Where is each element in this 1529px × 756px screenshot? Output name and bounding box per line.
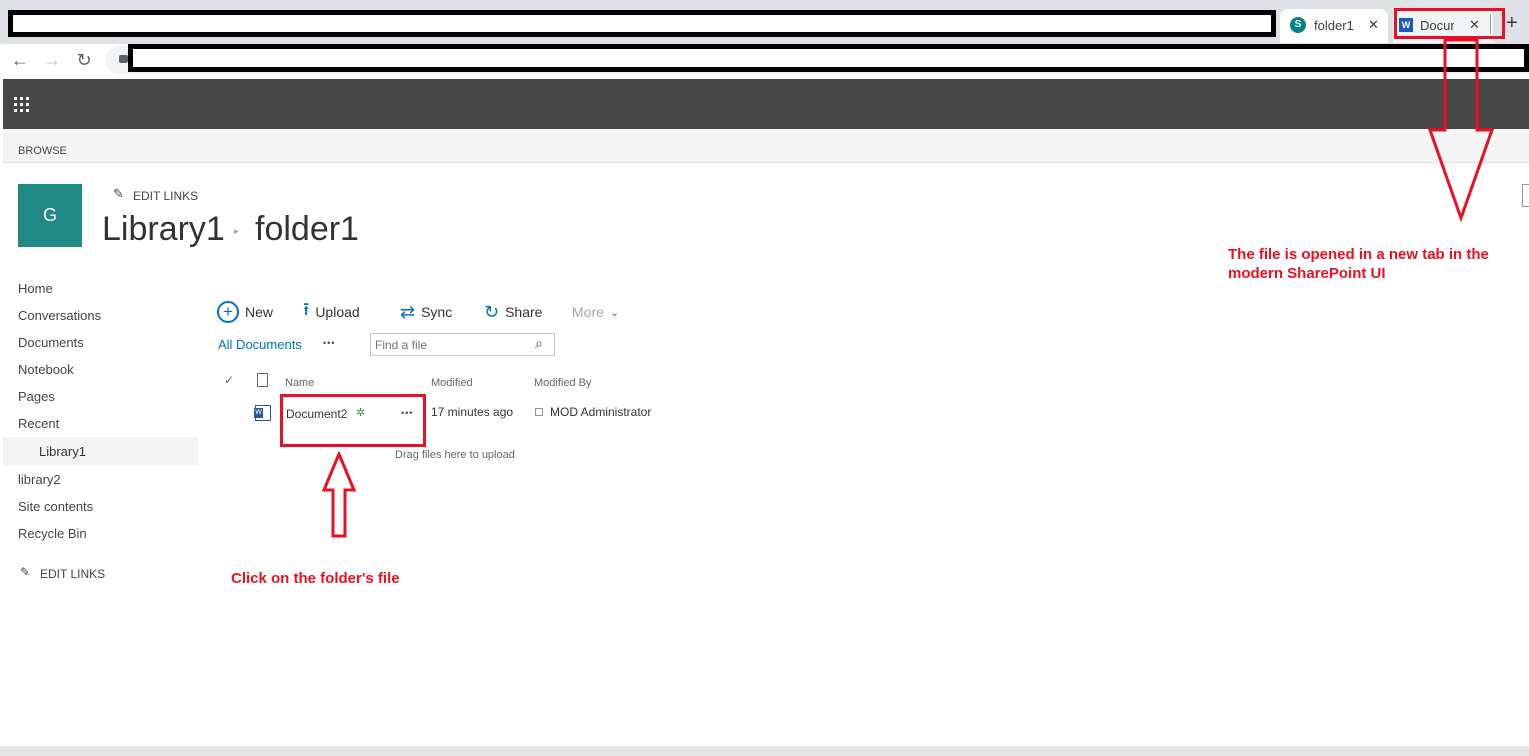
annotation-new-tab-line2: modern SharePoint UI xyxy=(1228,265,1386,282)
nav-item-library1: Library1 xyxy=(39,444,86,459)
page-edge-control xyxy=(1522,184,1529,207)
forward-arrow-icon[interactable]: → xyxy=(39,49,65,73)
nav-item-notebook[interactable]: Notebook xyxy=(18,362,74,377)
modified-time: 17 minutes ago xyxy=(431,405,514,419)
site-logo-letter: G xyxy=(42,205,57,225)
word-document-icon: W xyxy=(254,405,271,421)
suite-bar xyxy=(3,79,1529,129)
redacted-tab-area xyxy=(8,10,1276,37)
highlight-box-tab xyxy=(1394,8,1505,39)
presence-indicator-icon xyxy=(535,408,543,416)
nav-item-library1-selected[interactable]: Library1 xyxy=(3,437,198,465)
new-button[interactable]: + New xyxy=(217,300,273,324)
sync-button[interactable]: ⇄ Sync xyxy=(400,300,452,324)
edit-links-top[interactable]: EDIT LINKS xyxy=(133,189,198,203)
upload-button[interactable]: ⭱ Upload xyxy=(303,299,360,324)
sharepoint-icon: S xyxy=(1290,17,1306,33)
nav-item-conversations[interactable]: Conversations xyxy=(18,308,101,323)
column-header-modified-by[interactable]: Modified By xyxy=(534,377,591,389)
pencil-icon: ✎ xyxy=(20,565,31,579)
more-label: More xyxy=(572,304,604,320)
sync-label: Sync xyxy=(421,304,453,320)
reload-icon[interactable]: ↻ xyxy=(71,49,97,73)
browser-tab-folder1[interactable]: S folder1 ✕ xyxy=(1280,9,1388,43)
nav-item-recent[interactable]: Recent xyxy=(18,416,59,431)
view-all-documents[interactable]: All Documents xyxy=(218,337,302,352)
annotation-new-tab-line1: The file is opened in a new tab in the xyxy=(1228,246,1489,263)
app-launcher-icon[interactable] xyxy=(13,96,31,114)
modified-by-name[interactable]: MOD Administrator xyxy=(550,405,651,419)
new-tab-button[interactable]: + xyxy=(1506,12,1518,35)
file-type-header-icon xyxy=(257,373,268,387)
nav-item-documents[interactable]: Documents xyxy=(18,335,84,350)
column-header-name[interactable]: Name xyxy=(285,377,314,389)
site-logo[interactable]: G xyxy=(18,184,82,247)
annotation-click-file: Click on the folder's file xyxy=(231,570,400,587)
highlight-box-file xyxy=(280,394,426,447)
nav-item-site-contents[interactable]: Site contents xyxy=(18,499,93,514)
search-box[interactable]: ⌕ xyxy=(370,333,555,356)
search-input[interactable] xyxy=(375,336,525,353)
more-button[interactable]: More ⌄ xyxy=(572,300,619,324)
redacted-url xyxy=(128,44,1529,72)
edit-links-nav[interactable]: EDIT LINKS xyxy=(40,567,105,581)
breadcrumb-library[interactable]: Library1 xyxy=(102,210,225,249)
nav-item-library2[interactable]: library2 xyxy=(18,472,61,487)
breadcrumb-separator-icon: ▸ xyxy=(234,226,239,236)
nav-item-home[interactable]: Home xyxy=(18,281,53,296)
tab-label: folder1 xyxy=(1314,18,1354,33)
nav-item-pages[interactable]: Pages xyxy=(18,389,55,404)
column-header-modified[interactable]: Modified xyxy=(431,377,473,389)
drag-drop-hint: Drag files here to upload xyxy=(395,449,515,461)
share-button[interactable]: ↻ Share xyxy=(484,300,542,324)
new-label: New xyxy=(245,304,274,320)
plus-circle-icon: + xyxy=(217,301,239,323)
search-icon[interactable]: ⌕ xyxy=(535,335,543,352)
window-border-bottom xyxy=(0,746,1529,756)
upload-arrow-icon: ⭱ xyxy=(303,299,310,319)
arrow-down-annotation xyxy=(1427,38,1495,222)
breadcrumb-folder: folder1 xyxy=(255,210,359,248)
sync-icon: ⇄ xyxy=(400,301,416,322)
select-all-checkmark-icon[interactable]: ✓ xyxy=(224,373,234,387)
upload-label: Upload xyxy=(315,304,360,320)
close-icon[interactable]: ✕ xyxy=(1368,17,1379,33)
pencil-icon: ✎ xyxy=(113,186,124,201)
arrow-up-annotation xyxy=(322,452,356,538)
view-options-ellipsis[interactable]: ••• xyxy=(323,338,335,348)
back-arrow-icon[interactable]: ← xyxy=(7,49,33,73)
ribbon xyxy=(3,129,1529,163)
share-label: Share xyxy=(505,304,543,320)
ribbon-tab-browse[interactable]: BROWSE xyxy=(18,145,67,157)
lock-icon xyxy=(119,55,128,63)
nav-item-recycle-bin[interactable]: Recycle Bin xyxy=(18,526,87,541)
chevron-down-icon: ⌄ xyxy=(609,306,620,319)
share-icon: ↻ xyxy=(484,301,500,322)
